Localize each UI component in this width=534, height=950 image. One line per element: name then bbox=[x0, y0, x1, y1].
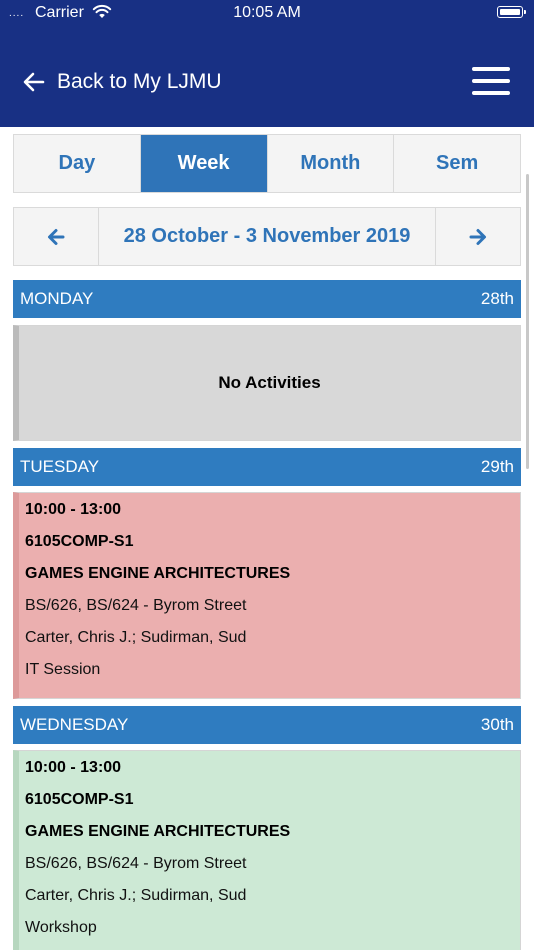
event-code: 6105COMP-S1 bbox=[25, 791, 134, 808]
back-label: Back to My LJMU bbox=[57, 70, 222, 93]
hamburger-menu-icon bbox=[472, 67, 510, 71]
arrow-left-icon bbox=[23, 72, 45, 92]
day-name: WEDNESDAY bbox=[20, 715, 129, 734]
event-code: 6105COMP-S1 bbox=[25, 533, 134, 550]
week-navigator: 28 October - 3 November 2019 bbox=[13, 207, 521, 266]
day-date: 30th bbox=[480, 715, 514, 734]
clock: 10:05 AM bbox=[233, 4, 301, 21]
event-title: GAMES ENGINE ARCHITECTURES bbox=[25, 565, 291, 582]
empty-day-card: No Activities bbox=[13, 325, 521, 441]
event-location: BS/626, BS/624 - Byrom Street bbox=[25, 855, 247, 872]
day-date: 28th bbox=[480, 289, 514, 308]
tab-month[interactable]: Month bbox=[268, 135, 395, 192]
event-title: GAMES ENGINE ARCHITECTURES bbox=[25, 823, 291, 840]
view-tabs: Day Week Month Sem bbox=[13, 134, 521, 193]
back-button[interactable]: Back to My LJMU bbox=[22, 66, 222, 98]
scrollbar[interactable] bbox=[526, 174, 529, 469]
battery-icon bbox=[497, 6, 526, 18]
event-staff: Carter, Chris J.; Sudirman, Sud bbox=[25, 887, 247, 904]
event-card[interactable]: 10:00 - 13:00 6105COMP-S1 GAMES ENGINE A… bbox=[13, 750, 521, 950]
event-card[interactable]: 10:00 - 13:00 6105COMP-S1 GAMES ENGINE A… bbox=[13, 492, 521, 699]
arrow-left-icon bbox=[48, 228, 65, 245]
event-staff: Carter, Chris J.; Sudirman, Sud bbox=[25, 629, 247, 646]
week-range-label: 28 October - 3 November 2019 bbox=[123, 225, 411, 247]
tab-week[interactable]: Week bbox=[140, 135, 268, 192]
event-location: BS/626, BS/624 - Byrom Street bbox=[25, 597, 247, 614]
day-header-tuesday: TUESDAY 29th bbox=[13, 448, 521, 486]
tab-day[interactable]: Day bbox=[14, 135, 141, 192]
day-name: TUESDAY bbox=[20, 457, 100, 476]
day-date: 29th bbox=[480, 457, 514, 476]
menu-button[interactable] bbox=[472, 67, 510, 95]
day-header-wednesday: WEDNESDAY 30th bbox=[13, 706, 521, 744]
tab-sem[interactable]: Sem bbox=[394, 135, 520, 192]
status-bar: .... Carrier 10:05 AM bbox=[0, 0, 534, 28]
previous-week-button[interactable] bbox=[14, 208, 99, 265]
next-week-button[interactable] bbox=[435, 208, 520, 265]
arrow-right-icon bbox=[469, 228, 486, 245]
day-name: MONDAY bbox=[20, 289, 94, 308]
event-time: 10:00 - 13:00 bbox=[25, 501, 122, 518]
no-activities-label: No Activities bbox=[218, 373, 321, 392]
event-type: IT Session bbox=[25, 661, 101, 678]
event-type: Workshop bbox=[25, 919, 97, 936]
app-header: .... Carrier 10:05 AM Back to My LJMU bbox=[0, 0, 534, 127]
day-header-monday: MONDAY 28th bbox=[13, 280, 521, 318]
event-time: 10:00 - 13:00 bbox=[25, 759, 122, 776]
